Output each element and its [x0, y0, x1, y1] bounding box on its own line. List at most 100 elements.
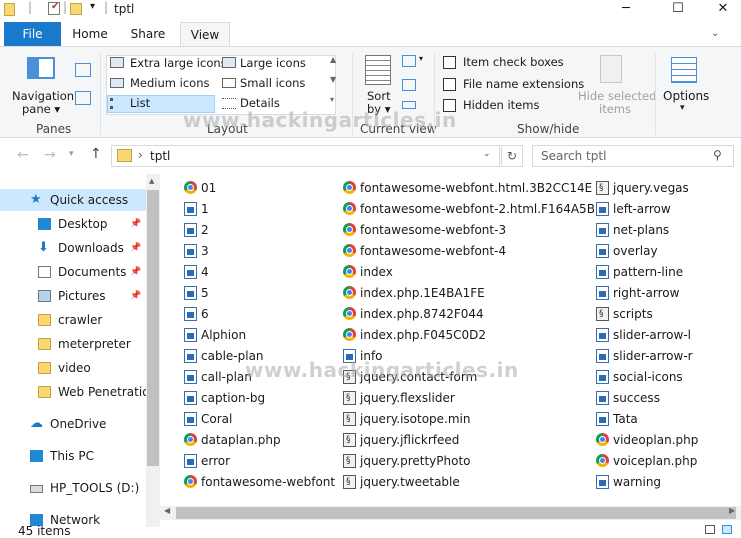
- large-icons-icon: [222, 57, 236, 68]
- hide-selected-label[interactable]: Hide selected: [578, 89, 656, 103]
- item-count: 45 items: [18, 524, 71, 538]
- chrome-icon: [343, 181, 356, 194]
- sidebar-item-hp-tools-d[interactable]: HP_TOOLS (D:): [0, 477, 146, 499]
- sidebar-item-this-pc[interactable]: This PC: [0, 445, 146, 467]
- navigation-pane-label[interactable]: Navigation: [12, 89, 74, 103]
- up-arrow-icon[interactable]: ↑: [90, 146, 102, 162]
- hidden-items-label[interactable]: Hidden items: [463, 98, 539, 112]
- address-dropdown-icon[interactable]: ⌄: [483, 149, 491, 159]
- layout-list[interactable]: List: [130, 96, 150, 110]
- file-name: 4: [201, 265, 209, 279]
- close-button[interactable]: ✕: [700, 0, 741, 20]
- file-name-extensions-label[interactable]: File name extensions: [463, 77, 584, 91]
- item-check-boxes-checkbox[interactable]: [443, 56, 456, 69]
- options-chevron[interactable]: ▾: [680, 103, 685, 113]
- options-label[interactable]: Options: [663, 89, 709, 103]
- hide-selected-label-2[interactable]: items: [599, 102, 631, 116]
- chrome-icon: [596, 454, 609, 467]
- group-by-chevron-icon[interactable]: ▾: [419, 54, 423, 63]
- search-icon[interactable]: ⚲: [713, 148, 722, 162]
- chrome-icon: [184, 433, 197, 446]
- properties-icon[interactable]: ✔: [48, 1, 60, 15]
- script-file-icon: §: [343, 412, 356, 426]
- image-file-icon: [184, 370, 197, 384]
- maximize-button[interactable]: ☐: [655, 0, 701, 20]
- sidebar-scrollbar-thumb[interactable]: [147, 190, 159, 466]
- sidebar-item-desktop[interactable]: Desktop 📌: [0, 213, 146, 235]
- sidebar-item-pictures[interactable]: Pictures 📌: [0, 285, 146, 307]
- sidebar-item-documents[interactable]: Documents 📌: [0, 261, 146, 283]
- scroll-left-icon[interactable]: ◀: [164, 506, 170, 515]
- navigation-pane-label-2[interactable]: pane ▾: [22, 102, 60, 116]
- add-columns-icon[interactable]: [402, 79, 416, 91]
- list-icon: [110, 98, 124, 109]
- pin-icon[interactable]: 📌: [130, 213, 141, 235]
- scroll-right-icon[interactable]: ▶: [729, 506, 735, 515]
- file-name-extensions-checkbox[interactable]: [443, 78, 456, 91]
- preview-pane-icon[interactable]: [75, 63, 91, 77]
- sidebar-item-web-penetration[interactable]: Web Penetration: [0, 381, 146, 403]
- image-file-icon: [596, 370, 609, 384]
- gallery-up-icon[interactable]: ▲: [330, 55, 336, 64]
- sidebar-item-label: Pictures: [58, 289, 106, 303]
- script-file-icon: §: [596, 307, 609, 321]
- file-name: 2: [201, 223, 209, 237]
- folder-icon: [38, 314, 51, 326]
- minimize-button[interactable]: ─: [603, 0, 649, 20]
- layout-extra-large[interactable]: Extra large icons: [130, 56, 227, 70]
- large-icons-view-icon[interactable]: [722, 525, 732, 534]
- pin-icon[interactable]: 📌: [130, 237, 141, 259]
- horizontal-scrollbar-thumb[interactable]: [176, 507, 736, 519]
- file-name: 6: [201, 307, 209, 321]
- group-by-icon[interactable]: [402, 55, 416, 67]
- file-name: slider-arrow-r: [613, 349, 693, 363]
- watermark: www.hackingarticles.in: [245, 358, 519, 382]
- back-arrow-icon[interactable]: ←: [17, 147, 29, 163]
- details-pane-icon[interactable]: [75, 91, 91, 105]
- forward-arrow-icon[interactable]: →: [44, 147, 56, 163]
- address-bar[interactable]: › tptl ⌄: [111, 145, 500, 167]
- star-icon: ★: [30, 192, 42, 207]
- collapse-ribbon-icon[interactable]: ⌄: [711, 28, 719, 39]
- breadcrumb-current[interactable]: tptl: [150, 149, 170, 163]
- breadcrumb-chevron-icon[interactable]: ›: [138, 148, 143, 162]
- computer-icon: [30, 450, 43, 462]
- sidebar-item-video[interactable]: video: [0, 357, 146, 379]
- layout-medium[interactable]: Medium icons: [130, 76, 209, 90]
- tab-home[interactable]: Home: [64, 22, 116, 46]
- tab-view[interactable]: View: [180, 22, 230, 46]
- sidebar-item-downloads[interactable]: ⬇ Downloads 📌: [0, 237, 146, 259]
- layout-small[interactable]: Small icons: [240, 76, 305, 90]
- sort-label[interactable]: Sort: [367, 89, 391, 103]
- tab-file[interactable]: File: [4, 22, 61, 46]
- pin-icon[interactable]: 📌: [130, 285, 141, 307]
- file-name: warning: [613, 475, 662, 489]
- item-check-boxes-label[interactable]: Item check boxes: [463, 55, 564, 69]
- sidebar-item-label: meterpreter: [58, 337, 131, 351]
- gallery-down-icon[interactable]: ▼: [330, 75, 336, 84]
- scroll-up-icon[interactable]: ▲: [149, 177, 154, 185]
- file-name: fontawesome-webfont-3: [360, 223, 507, 237]
- recent-locations-icon[interactable]: ▾: [69, 149, 74, 159]
- gallery-more-icon[interactable]: ▾: [330, 95, 334, 104]
- customize-qa-icon[interactable]: ▾: [90, 1, 95, 12]
- chrome-icon: [343, 328, 356, 341]
- file-name: jquery.vegas: [613, 181, 689, 195]
- image-file-icon: [184, 412, 197, 426]
- pin-icon[interactable]: 📌: [130, 261, 141, 283]
- sidebar-item-quick-access[interactable]: ★ Quick access: [0, 189, 146, 211]
- image-file-icon: [184, 328, 197, 342]
- sidebar-item-onedrive[interactable]: ☁ OneDrive: [0, 413, 146, 435]
- refresh-icon[interactable]: ↻: [501, 145, 523, 167]
- new-folder-icon[interactable]: [70, 3, 82, 15]
- tab-share[interactable]: Share: [120, 22, 176, 46]
- file-name: index.php.1E4BA1FE: [360, 286, 485, 300]
- layout-large[interactable]: Large icons: [240, 56, 306, 70]
- sidebar-item-crawler[interactable]: crawler: [0, 309, 146, 331]
- sidebar-item-meterpreter[interactable]: meterpreter: [0, 333, 146, 355]
- search-input[interactable]: Search tptl: [541, 149, 606, 163]
- file-name: 3: [201, 244, 209, 258]
- details-view-icon[interactable]: [705, 525, 715, 534]
- image-file-icon: [596, 349, 609, 363]
- search-box[interactable]: Search tptl ⚲: [532, 145, 734, 167]
